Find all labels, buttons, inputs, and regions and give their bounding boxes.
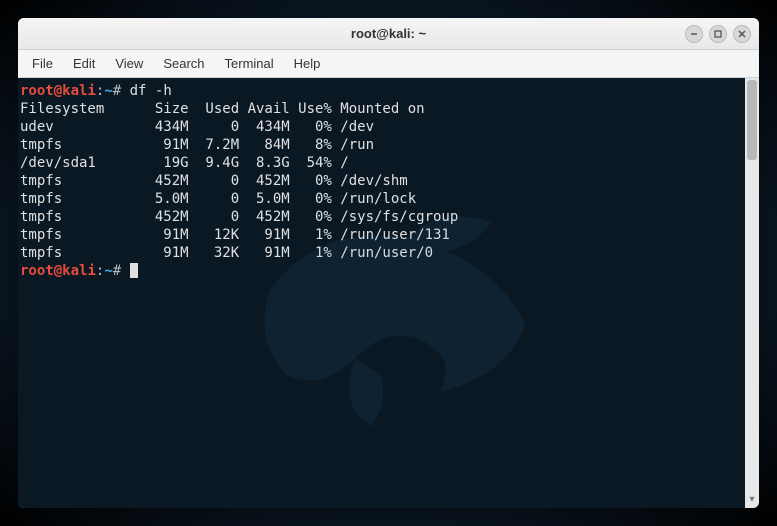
prompt-hash: #: [113, 83, 121, 99]
window-title: root@kali: ~: [351, 26, 426, 41]
output-row: tmpfs 91M 7.2M 84M 8% /run: [20, 137, 374, 153]
prompt-path: ~: [104, 83, 112, 99]
prompt-user: root: [20, 263, 54, 279]
menu-terminal[interactable]: Terminal: [217, 53, 282, 74]
scrollbar[interactable]: ▾: [745, 78, 759, 508]
prompt-path: ~: [104, 263, 112, 279]
maximize-button[interactable]: [709, 25, 727, 43]
output-row: tmpfs 452M 0 452M 0% /sys/fs/cgroup: [20, 209, 458, 225]
prompt-host: kali: [62, 263, 96, 279]
prompt-user: root: [20, 83, 54, 99]
scrollbar-down-icon[interactable]: ▾: [747, 494, 757, 506]
cursor-icon: [130, 263, 138, 278]
menu-file[interactable]: File: [24, 53, 61, 74]
output-header: Filesystem Size Used Avail Use% Mounted …: [20, 101, 425, 117]
scrollbar-thumb[interactable]: [747, 80, 757, 160]
prompt-host: kali: [62, 83, 96, 99]
prompt-hash: #: [113, 263, 121, 279]
prompt-at: @: [54, 263, 62, 279]
output-row: tmpfs 5.0M 0 5.0M 0% /run/lock: [20, 191, 416, 207]
terminal-area[interactable]: root@kali:~# df -h Filesystem Size Used …: [18, 78, 759, 508]
menu-edit[interactable]: Edit: [65, 53, 103, 74]
menu-help[interactable]: Help: [286, 53, 329, 74]
window-controls: [685, 25, 751, 43]
command-text: df -h: [130, 83, 172, 99]
terminal-window: root@kali: ~ File Edit View Search Termi…: [18, 18, 759, 508]
output-row: tmpfs 91M 12K 91M 1% /run/user/131: [20, 227, 450, 243]
prompt-at: @: [54, 83, 62, 99]
menu-view[interactable]: View: [107, 53, 151, 74]
close-button[interactable]: [733, 25, 751, 43]
output-row: /dev/sda1 19G 9.4G 8.3G 54% /: [20, 155, 349, 171]
output-row: tmpfs 91M 32K 91M 1% /run/user/0: [20, 245, 433, 261]
menu-search[interactable]: Search: [155, 53, 212, 74]
terminal-output[interactable]: root@kali:~# df -h Filesystem Size Used …: [18, 78, 745, 508]
minimize-button[interactable]: [685, 25, 703, 43]
titlebar[interactable]: root@kali: ~: [18, 18, 759, 50]
output-row: tmpfs 452M 0 452M 0% /dev/shm: [20, 173, 408, 189]
output-row: udev 434M 0 434M 0% /dev: [20, 119, 374, 135]
menubar: File Edit View Search Terminal Help: [18, 50, 759, 78]
